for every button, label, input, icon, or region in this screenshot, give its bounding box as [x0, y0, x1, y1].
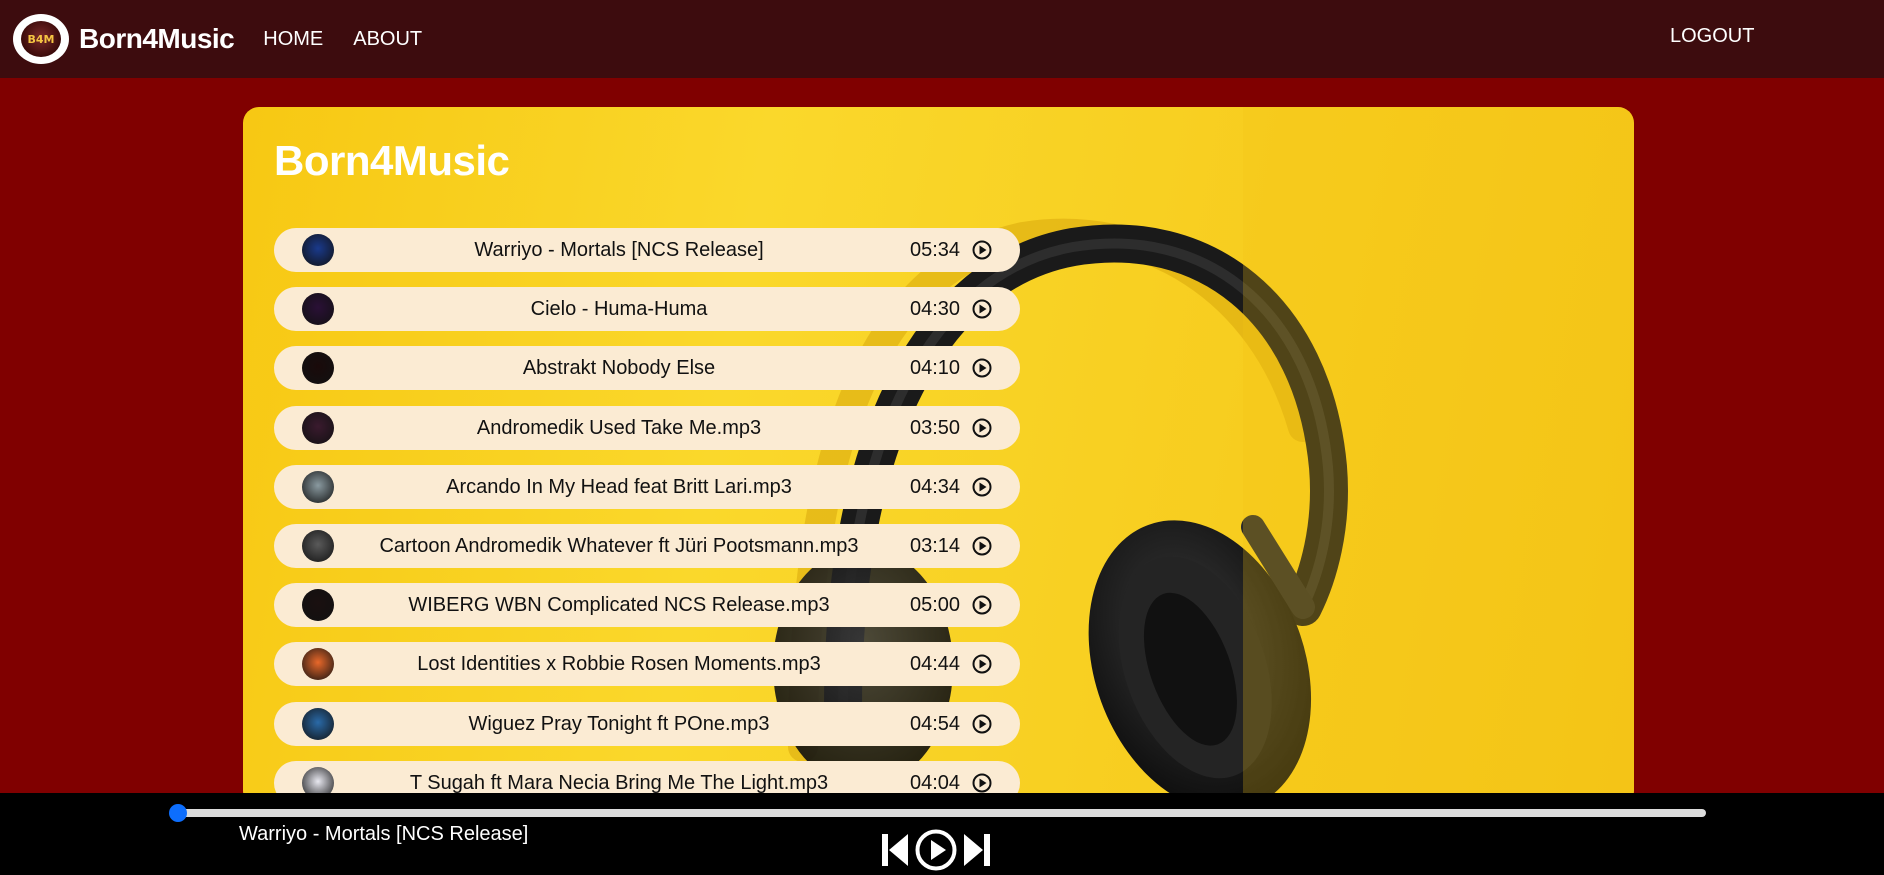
song-play-icon[interactable]	[972, 299, 992, 319]
song-cover-image	[302, 707, 334, 740]
song-duration: 03:50	[910, 416, 961, 439]
song-item[interactable]: Wiguez Pray Tonight ft POne.mp3 04:54	[274, 701, 1020, 746]
song-duration: 05:00	[910, 594, 961, 617]
song-item[interactable]: Cielo - Huma-Huma 04:30	[274, 287, 1020, 332]
song-item[interactable]: Cartoon Andromedik Whatever ft Jüri Poot…	[274, 524, 1020, 568]
song-duration: 03:14	[910, 535, 961, 557]
logout-link[interactable]: LOGOUT	[1670, 25, 1754, 48]
progress-slider-thumb[interactable]	[169, 804, 187, 822]
brand-name[interactable]: Born4Music	[79, 23, 235, 55]
song-duration: 04:34	[910, 475, 961, 498]
song-item[interactable]: Arcando In My Head feat Britt Lari.mp3 04…	[274, 464, 1020, 509]
brand-logo[interactable]: B4M	[13, 14, 69, 64]
song-duration: 04:44	[910, 653, 961, 676]
song-title: Abstrakt Nobody Else	[522, 357, 716, 380]
song-duration: 04:30	[910, 298, 961, 321]
progress-slider[interactable]	[169, 804, 1706, 822]
song-cover-image	[302, 293, 334, 326]
song-play-icon[interactable]	[972, 477, 992, 497]
nav-home-link[interactable]: HOME	[263, 28, 323, 51]
song-title: Andromedik Used Take Me.mp3	[476, 416, 762, 439]
main-card: Born4Music Warriyo - Mortals [NCS Releas…	[243, 107, 1634, 807]
song-play-icon[interactable]	[972, 654, 992, 674]
page-title: Born4Music	[274, 137, 510, 184]
song-cover-image	[302, 470, 334, 503]
song-duration: 04:10	[910, 357, 961, 380]
song-duration: 05:34	[910, 239, 961, 261]
navbar: B4M Born4Music HOME ABOUT LOGOUT	[0, 0, 1884, 78]
brand[interactable]: B4M Born4Music	[13, 14, 235, 64]
previous-track-icon[interactable]	[880, 830, 910, 870]
song-cover-image	[302, 648, 334, 681]
song-title: Wiguez Pray Tonight ft POne.mp3	[468, 712, 770, 735]
song-item[interactable]: Abstrakt Nobody Else 04:10	[274, 346, 1020, 391]
song-cover-image	[302, 234, 334, 266]
song-cover-image	[302, 530, 334, 562]
song-play-icon[interactable]	[972, 773, 992, 793]
song-title: WIBERG WBN Complicated NCS Release.mp3	[408, 594, 830, 617]
song-play-icon[interactable]	[972, 418, 992, 438]
song-title: Cartoon Andromedik Whatever ft Jüri Poot…	[379, 535, 859, 557]
song-title: Arcando In My Head feat Britt Lari.mp3	[446, 475, 792, 498]
next-track-icon[interactable]	[962, 830, 992, 870]
song-cover-image	[302, 352, 334, 385]
nav-about-link[interactable]: ABOUT	[353, 28, 422, 51]
brand-logo-text: B4M	[21, 21, 61, 57]
player-bar: Warriyo - Mortals [NCS Release]	[0, 793, 1884, 875]
play-pause-icon[interactable]	[914, 828, 958, 872]
song-play-icon[interactable]	[972, 536, 992, 556]
song-item[interactable]: Andromedik Used Take Me.mp3 03:50	[274, 405, 1020, 450]
song-cover-image	[302, 589, 334, 622]
song-title: Lost Identities x Robbie Rosen Moments.m…	[417, 653, 821, 676]
song-play-icon[interactable]	[972, 240, 992, 260]
now-playing-title: Warriyo - Mortals [NCS Release]	[239, 823, 529, 845]
song-item[interactable]: Warriyo - Mortals [NCS Release] 05:34	[274, 228, 1020, 272]
song-title: Warriyo - Mortals [NCS Release]	[474, 239, 764, 261]
song-duration: 04:54	[910, 712, 961, 735]
song-play-icon[interactable]	[972, 358, 992, 378]
song-title: Cielo - Huma-Huma	[530, 298, 708, 321]
song-item[interactable]: Lost Identities x Robbie Rosen Moments.m…	[274, 642, 1020, 687]
player-controls	[880, 828, 992, 872]
song-play-icon[interactable]	[972, 714, 992, 734]
song-cover-image	[302, 411, 334, 444]
song-play-icon[interactable]	[972, 595, 992, 615]
song-item[interactable]: WIBERG WBN Complicated NCS Release.mp3 05…	[274, 583, 1020, 628]
